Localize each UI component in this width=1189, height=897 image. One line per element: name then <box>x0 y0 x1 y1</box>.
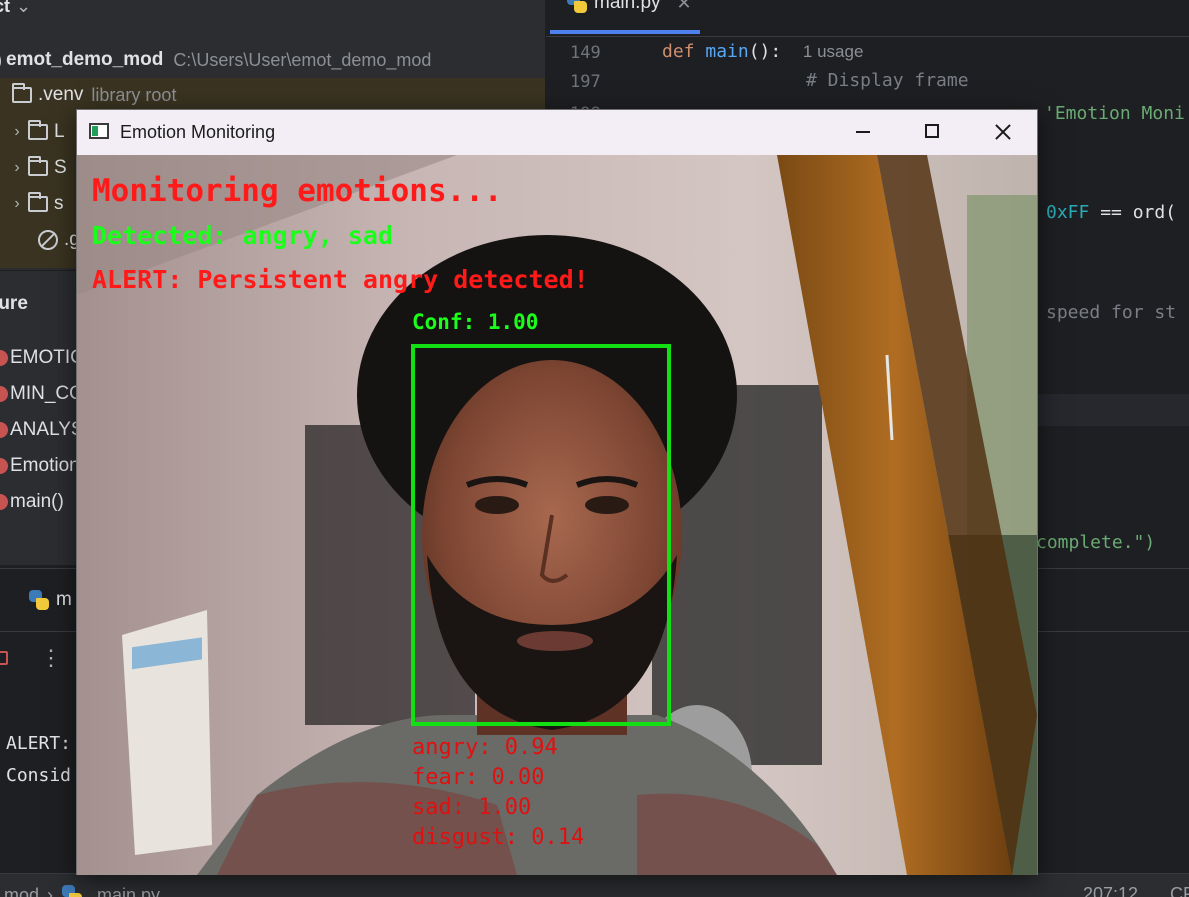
structure-item[interactable]: EMOTIC <box>0 347 84 369</box>
structure-item[interactable]: Emotion <box>0 455 80 477</box>
variable-icon <box>0 422 8 438</box>
line-number: 197 <box>570 72 601 92</box>
tree-item[interactable]: › s <box>6 192 64 215</box>
detected-overlay: Detected: angry, sad <box>92 221 394 250</box>
alert-overlay: ALERT: Persistent angry detected! <box>92 265 589 294</box>
code-comment[interactable]: speed for st <box>1046 302 1176 323</box>
divider <box>546 36 1189 37</box>
cursor-position[interactable]: 207:12 <box>1083 884 1138 897</box>
emotion-score: sad: 1.00 <box>412 795 532 820</box>
code-number: 0xFF <box>1046 202 1090 223</box>
minimize-icon <box>856 131 870 133</box>
folder-icon <box>28 120 48 140</box>
structure-item-label: ANALYS <box>10 419 84 440</box>
python-file-icon <box>61 884 83 897</box>
active-tab-indicator <box>550 30 700 34</box>
structure-item-label: EMOTIC <box>10 347 84 368</box>
tree-item-note: library root <box>91 84 177 105</box>
tree-item-label: L <box>54 121 65 142</box>
class-icon <box>0 458 8 474</box>
editor-tab-label: main.py <box>594 0 661 13</box>
app-icon <box>89 123 109 139</box>
tree-item[interactable]: › S <box>6 156 67 179</box>
code-line[interactable]: 0xFF == ord( <box>1046 202 1176 223</box>
breadcrumb-item[interactable]: main.py <box>97 885 160 897</box>
breadcrumb-item[interactable]: _mod <box>0 885 39 897</box>
emotion-score: disgust: 0.14 <box>412 825 585 850</box>
structure-item-label: main() <box>10 491 64 512</box>
tree-item-ignored[interactable]: .g <box>38 229 80 251</box>
editor-tab-main[interactable]: main.py ✕ <box>566 0 692 14</box>
tree-item-label: .venv <box>38 84 84 105</box>
structure-item[interactable]: ANALYS <box>0 419 84 441</box>
more-options-icon[interactable]: ⋮ <box>40 645 62 671</box>
status-overlay: Monitoring emotions... <box>92 173 503 209</box>
line-separator[interactable]: CF <box>1170 884 1189 897</box>
project-header-label: ct <box>0 0 11 16</box>
run-tab-label: m <box>56 589 72 610</box>
console-line: ALERT: <box>6 733 72 754</box>
maximize-button[interactable] <box>897 110 967 155</box>
stop-icon[interactable] <box>0 651 8 665</box>
webcam-frame: Monitoring emotions... Detected: angry, … <box>77 155 1037 875</box>
face-bounding-box <box>411 344 671 726</box>
emotion-monitoring-window[interactable]: Emotion Monitoring Monitoring emotions..… <box>76 109 1038 875</box>
project-root-name: emot_demo_mod <box>6 49 164 70</box>
tree-item-label: S <box>54 157 67 178</box>
structure-item[interactable]: MIN_CO <box>0 383 84 405</box>
chevron-right-icon[interactable]: › <box>6 159 28 177</box>
chevron-down-icon[interactable]: ⌄ <box>16 0 31 17</box>
structure-item-label: MIN_CO <box>10 383 84 404</box>
folder-icon <box>28 192 48 212</box>
project-header[interactable]: ct ⌄ <box>0 0 31 17</box>
emotion-score: fear: 0.00 <box>412 765 545 790</box>
minimize-button[interactable] <box>827 110 897 155</box>
python-file-icon <box>28 589 50 611</box>
python-file-icon <box>566 0 588 14</box>
root-marker-icon: ) <box>0 50 2 71</box>
variable-icon <box>0 386 8 402</box>
window-title: Emotion Monitoring <box>120 122 276 142</box>
breadcrumb: _mod › main.py <box>0 884 160 897</box>
structure-item[interactable]: main() <box>0 491 64 513</box>
code-function: main <box>705 41 749 62</box>
folder-icon <box>12 83 32 103</box>
structure-title: ture <box>0 293 28 314</box>
project-root-path: C:\Users\User\emot_demo_mod <box>173 49 432 70</box>
chevron-right-icon[interactable]: › <box>6 195 28 213</box>
folder-icon <box>28 156 48 176</box>
confidence-label: Conf: 1.00 <box>412 310 539 334</box>
code-string[interactable]: 'Emotion Moni <box>1044 103 1185 124</box>
tree-item-label: s <box>54 193 64 214</box>
code-text: (): <box>748 41 782 62</box>
tree-item-venv[interactable]: .venv library root <box>12 83 177 106</box>
function-icon <box>0 494 8 510</box>
code-keyword: def <box>662 41 695 62</box>
chevron-right-icon[interactable]: › <box>6 123 28 141</box>
chevron-right-icon: › <box>47 884 54 897</box>
close-button[interactable] <box>967 110 1037 155</box>
status-bar: _mod › main.py 207:12 CF <box>0 873 1189 897</box>
emotion-score: angry: 0.94 <box>412 735 558 760</box>
code-text: == ord( <box>1100 202 1177 223</box>
usage-hint[interactable]: 1 usage <box>803 42 864 61</box>
code-string[interactable]: complete.") <box>1036 532 1155 553</box>
tree-item[interactable]: › L <box>6 120 65 143</box>
code-line[interactable]: def main(): 1 usage <box>662 41 863 62</box>
maximize-icon <box>925 124 939 138</box>
line-number: 149 <box>570 43 601 63</box>
project-root-row[interactable]: ) emot_demo_mod C:\Users\User\emot_demo_… <box>0 42 545 78</box>
structure-item-label: Emotion <box>10 455 80 476</box>
ignored-file-icon <box>38 230 58 250</box>
console-line: Consid <box>6 765 72 786</box>
code-comment[interactable]: # Display frame <box>806 70 969 91</box>
run-tab[interactable]: m <box>28 589 72 611</box>
close-tab-icon[interactable]: ✕ <box>677 0 692 14</box>
variable-icon <box>0 350 8 366</box>
window-titlebar[interactable]: Emotion Monitoring <box>77 110 1037 155</box>
